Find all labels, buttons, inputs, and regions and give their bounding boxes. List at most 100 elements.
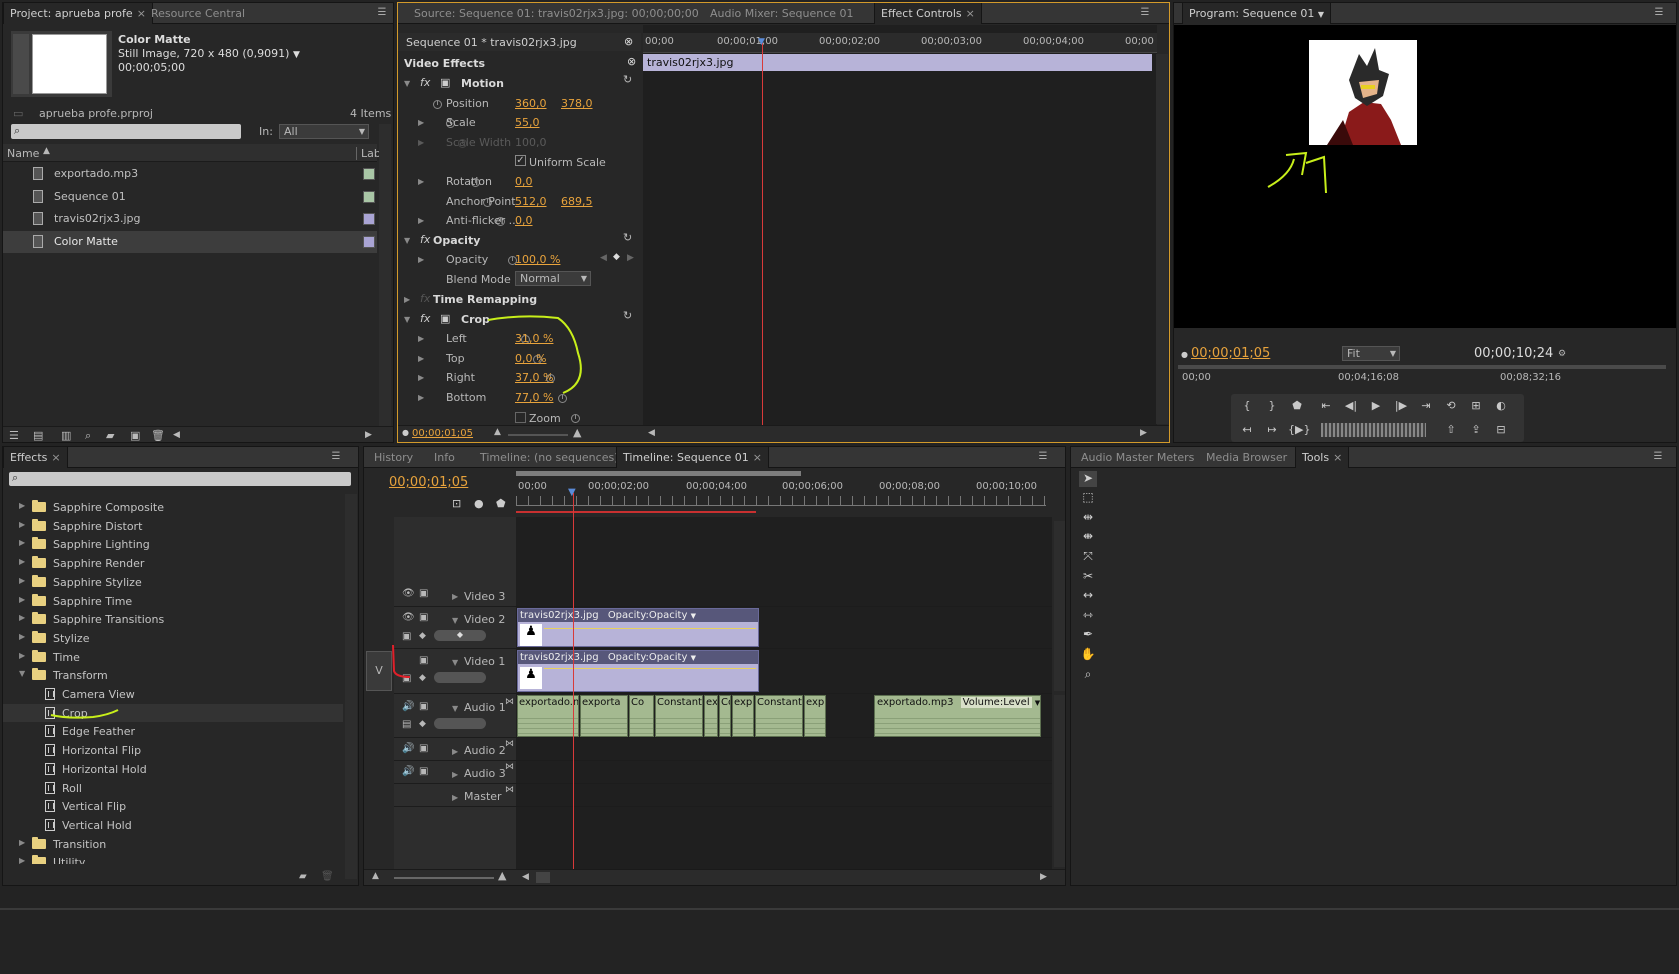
collapse-icon[interactable]: ▼ xyxy=(452,704,458,713)
expand-icon[interactable]: ▶ xyxy=(452,747,458,756)
list-view-icon[interactable]: ☰ xyxy=(9,429,19,442)
audio-clip-exportado2-fx[interactable]: Volume:Level xyxy=(960,697,1032,708)
audio-clip[interactable]: Constant xyxy=(655,695,703,737)
mark-in-icon[interactable]: { xyxy=(1238,397,1256,415)
effect-folder[interactable]: ▶ Time xyxy=(3,648,343,666)
scroll-right-icon[interactable]: ▶ xyxy=(1040,872,1047,882)
audio-clip[interactable]: exp xyxy=(804,695,826,737)
expand-icon[interactable]: ▶ xyxy=(19,576,25,585)
step-back-icon[interactable]: ◀| xyxy=(1342,397,1360,415)
trash-icon[interactable]: 🗑 xyxy=(321,871,334,882)
antiflicker-value[interactable]: 0,0 xyxy=(515,214,533,227)
program-ruler[interactable]: 00;00 00;04;16;08 00;08;32;16 xyxy=(1178,365,1666,387)
opacity-value[interactable]: 100,0 % xyxy=(515,253,560,266)
chevron-down-icon[interactable]: ▼ xyxy=(1035,699,1040,707)
list-item[interactable]: Sequence 01 xyxy=(3,186,377,208)
opacity-expand-icon[interactable]: ▼ xyxy=(404,236,410,245)
expand-icon[interactable]: ▶ xyxy=(19,538,25,547)
lock-icon[interactable]: ▣ xyxy=(419,766,428,777)
hand-tool-icon[interactable]: ✋ xyxy=(1079,647,1097,663)
tab-program[interactable]: Program: Sequence 01 ▼ xyxy=(1182,3,1332,24)
lock-icon[interactable]: ▣ xyxy=(419,588,428,599)
work-area-bar[interactable] xyxy=(516,471,801,476)
position-y-value[interactable]: 378,0 xyxy=(561,97,593,110)
effect-item[interactable]: Edge Feather xyxy=(3,722,343,740)
tab-effect-controls[interactable]: Effect Controls × xyxy=(874,3,982,24)
keyframe-toggle-icon[interactable]: ◆ xyxy=(419,719,426,729)
tab-timeline-none[interactable]: Timeline: (no sequences) xyxy=(474,447,625,468)
stopwatch-icon[interactable] xyxy=(433,100,442,109)
slip-tool-icon[interactable]: ↔ xyxy=(1079,588,1097,604)
list-item[interactable]: Color Matte xyxy=(3,230,377,253)
new-bin-icon[interactable]: ▰ xyxy=(299,871,307,882)
scroll-left-icon[interactable]: ◀ xyxy=(522,872,529,882)
position-x-value[interactable]: 360,0 xyxy=(515,97,547,110)
effect-folder[interactable]: ▶ Transition xyxy=(3,835,343,853)
lock-icon[interactable]: ▣ xyxy=(419,655,428,666)
eye-icon[interactable]: 👁 xyxy=(402,588,415,599)
effect-folder[interactable]: ▶ Sapphire Lighting xyxy=(3,535,343,553)
fx-badge-icon[interactable]: fx xyxy=(420,76,430,89)
effect-folder[interactable]: ▶ Sapphire Composite xyxy=(3,498,343,516)
safe-margins-icon[interactable]: ⊞ xyxy=(1467,397,1485,415)
prev-keyframe-icon[interactable]: ◀ xyxy=(600,253,607,263)
add-marker-icon[interactable]: ⬟ xyxy=(1288,397,1306,415)
expand-icon[interactable]: ▶ xyxy=(418,393,424,402)
effect-folder[interactable]: ▶ Sapphire Render xyxy=(3,554,343,572)
keyframe-nav[interactable] xyxy=(434,672,486,683)
audio-clip[interactable]: Co xyxy=(719,695,731,737)
trash-icon[interactable]: 🗑 xyxy=(151,429,165,442)
tab-audio-meters[interactable]: Audio Master Meters xyxy=(1075,447,1200,468)
tab-info[interactable]: Info xyxy=(428,447,461,468)
project-search-input[interactable]: ⌕ xyxy=(11,124,241,139)
track-select-tool-icon[interactable]: ⬚ xyxy=(1079,490,1097,506)
stopwatch-icon[interactable] xyxy=(570,414,580,423)
effect-folder[interactable]: ▼ Transform xyxy=(3,666,343,684)
list-item[interactable]: exportado.mp3 xyxy=(3,163,377,185)
play-in-to-out-icon[interactable]: {▶} xyxy=(1288,421,1310,439)
playhead-marker-icon[interactable]: ▼ xyxy=(758,37,765,47)
next-keyframe-icon[interactable]: ▶ xyxy=(627,253,634,263)
speaker-icon[interactable]: 🔊 xyxy=(402,766,414,777)
speaker-icon[interactable]: 🔊 xyxy=(402,743,414,754)
chevron-down-icon[interactable]: ▼ xyxy=(691,612,696,620)
ec-scrollbar[interactable] xyxy=(1156,54,1168,424)
razor-tool-icon[interactable]: ✂ xyxy=(1079,569,1097,585)
automate-icon[interactable]: ▥ xyxy=(61,429,71,442)
effect-item[interactable]: Roll xyxy=(3,779,343,797)
expand-icon[interactable]: ▶ xyxy=(418,177,424,186)
close-icon[interactable]: × xyxy=(51,451,60,464)
expand-icon[interactable]: ▶ xyxy=(418,255,424,264)
program-viewer[interactable] xyxy=(1174,25,1676,328)
effect-item[interactable]: Camera View xyxy=(3,685,343,703)
effect-folder[interactable]: ▶ Stylize xyxy=(3,629,343,647)
expand-icon[interactable]: ▶ xyxy=(19,613,25,622)
add-marker-icon[interactable]: ⬟ xyxy=(496,497,506,510)
audio-clip[interactable]: Co xyxy=(629,695,654,737)
scroll-right-icon[interactable]: ▶ xyxy=(365,430,372,440)
ec-ruler[interactable]: 00;00 00;00;01;00 00;00;02;00 00;00;03;0… xyxy=(643,33,1157,53)
scroll-left-icon[interactable]: ◀ xyxy=(173,430,180,440)
expand-icon[interactable]: ▶ xyxy=(19,501,25,510)
pen-tool-icon[interactable]: ✒ xyxy=(1079,627,1097,643)
fx-badge-icon[interactable]: fx xyxy=(420,233,430,246)
panel-menu-icon[interactable]: ☰ xyxy=(329,451,343,463)
zoom-in-icon[interactable]: ▲ xyxy=(498,869,506,882)
chevron-down-icon[interactable]: ▼ xyxy=(691,654,696,662)
expand-icon[interactable]: ▶ xyxy=(452,592,458,601)
close-icon[interactable]: × xyxy=(753,451,762,464)
color-label-swatch[interactable] xyxy=(363,235,375,248)
set-marker-icon[interactable]: ● xyxy=(474,497,484,510)
panel-menu-icon[interactable]: ☰ xyxy=(1138,7,1152,19)
sync-lock-icon[interactable]: ⋈ xyxy=(505,697,514,707)
crop-transform-icon[interactable]: ▣ xyxy=(440,312,450,325)
motion-expand-icon[interactable]: ▼ xyxy=(404,79,410,88)
clip-video1[interactable]: travis02rjx3.jpg Opacity:Opacity ▼ ♟ xyxy=(517,650,759,692)
export-frame-icon[interactable]: ⊟ xyxy=(1492,421,1510,439)
panel-menu-icon[interactable]: ☰ xyxy=(1652,7,1666,19)
ve-toggle-icon[interactable]: ⊗ xyxy=(627,55,636,68)
expand-icon[interactable]: ▶ xyxy=(19,557,25,566)
expand-icon[interactable]: ▶ xyxy=(19,595,25,604)
settings-icon[interactable]: ⚙ xyxy=(1558,349,1566,359)
effects-search-input[interactable]: ⌕ xyxy=(9,471,351,486)
